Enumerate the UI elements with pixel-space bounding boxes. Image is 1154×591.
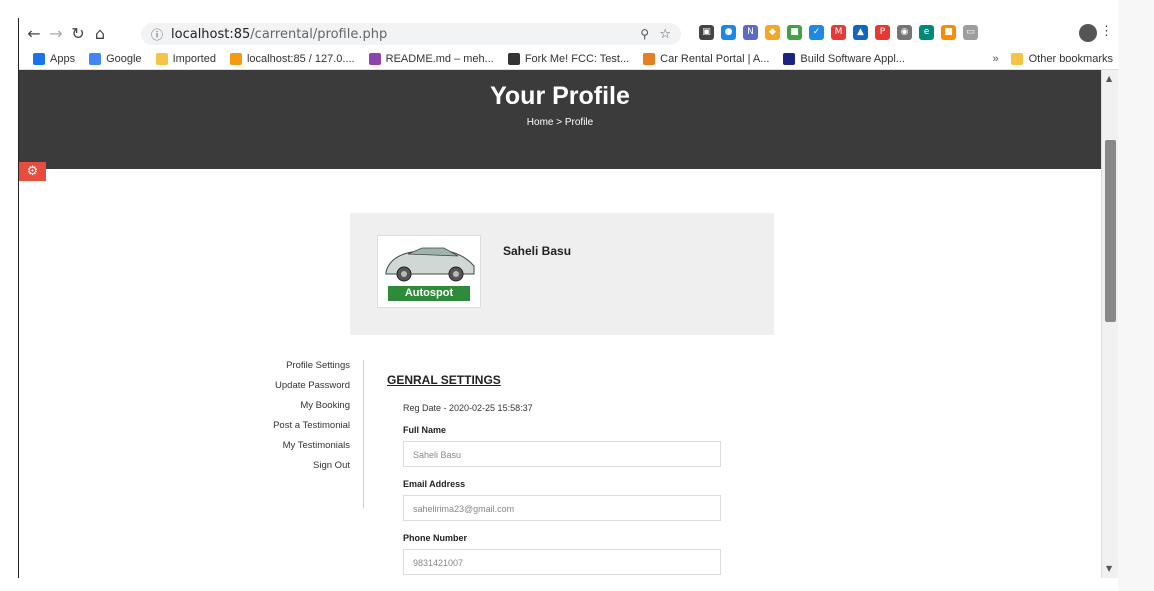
bookmark-item[interactable]: Apps xyxy=(33,52,76,65)
bookmark-item[interactable]: localhost:85 / 127.0.... xyxy=(229,52,355,65)
reg-date: Reg Date - 2020-02-25 15:58:37 xyxy=(403,403,533,413)
scrollbar[interactable]: ▲ ▼ xyxy=(1101,70,1118,578)
avatar[interactable] xyxy=(1079,24,1097,42)
bookmark-item[interactable]: Imported xyxy=(155,52,216,65)
bookmark-icon xyxy=(368,52,381,65)
profile-name: Saheli Basu xyxy=(503,244,572,258)
page-header: Your Profile Home > Profile xyxy=(19,70,1101,169)
phone-label: Phone Number xyxy=(403,533,468,543)
bookmark-icon xyxy=(155,52,168,65)
page-title: Your Profile xyxy=(490,82,630,110)
bookmark-label: README.md – meh... xyxy=(385,52,494,65)
info-icon[interactable]: ⓘ xyxy=(151,26,163,43)
ext-1-icon[interactable]: ▣ xyxy=(699,25,714,40)
email-field[interactable]: sahelirima23@gmail.com xyxy=(403,495,721,521)
sidebar-item-my-testimonials[interactable]: My Testimonials xyxy=(232,440,350,451)
ext-10-icon[interactable]: ◉ xyxy=(897,25,912,40)
reload-icon[interactable]: ↻ xyxy=(67,24,89,43)
browser-window: ← → ↻ ⌂ ⓘ localhost:85/carrental/profile… xyxy=(18,18,1118,578)
bookmark-label: Google xyxy=(106,52,142,65)
section-title: GENRAL SETTINGS xyxy=(387,373,501,387)
sidebar-item-profile-settings[interactable]: Profile Settings xyxy=(232,360,350,371)
settings-gear-icon[interactable]: ⚙ xyxy=(19,162,46,181)
bookmark-label: Car Rental Portal | A... xyxy=(660,52,770,65)
page-content: Your Profile Home > Profile ⚙ Autospot S… xyxy=(19,70,1101,578)
forward-icon[interactable]: → xyxy=(45,24,67,43)
bookmark-item[interactable]: Google xyxy=(89,52,142,65)
bookmark-icon xyxy=(229,52,242,65)
window-gutter xyxy=(1118,0,1154,591)
scroll-up-icon[interactable]: ▲ xyxy=(1106,74,1112,83)
ext-12-icon[interactable]: ■ xyxy=(941,25,956,40)
profile-logo: Autospot xyxy=(377,235,481,308)
bookmark-label: Apps xyxy=(50,52,76,65)
url-host: localhost:85 xyxy=(171,26,251,42)
bookmark-icon xyxy=(643,52,656,65)
sidebar-item-post-testimonial[interactable]: Post a Testimonial xyxy=(232,420,350,431)
bookmarks-bar: Apps Google Imported localhost:85 / 127.0..… xyxy=(19,48,1118,70)
ext-4-icon[interactable]: ◆ xyxy=(765,25,780,40)
address-bar: ← → ↻ ⌂ ⓘ localhost:85/carrental/profile… xyxy=(19,18,1118,48)
bookmark-icon xyxy=(33,52,45,65)
ext-11-icon[interactable]: e xyxy=(919,25,934,40)
bookmark-label: Build Software Appl... xyxy=(800,52,905,65)
bookmark-star-icon[interactable]: ☆ xyxy=(659,27,671,42)
bookmark-label: localhost:85 / 127.0.... xyxy=(246,52,355,65)
phone-field[interactable]: 9831421007 xyxy=(403,549,721,575)
bookmarks-more[interactable]: » xyxy=(993,53,999,65)
email-label: Email Address xyxy=(403,479,466,489)
bookmark-label: Imported xyxy=(172,52,216,65)
url-path: /carrental/profile.php xyxy=(250,26,388,42)
profile-sidebar: Profile Settings Update Password My Book… xyxy=(232,360,364,508)
full-name-label: Full Name xyxy=(403,425,447,435)
other-bookmarks[interactable]: Other bookmarks xyxy=(1029,53,1113,65)
ext-3-icon[interactable]: N xyxy=(743,25,758,40)
bookmark-item[interactable]: Build Software Appl... xyxy=(783,52,905,65)
extensions-bar: ▣ ● N ◆ ■ ✓ M ▲ P ◉ e ■ ▭ xyxy=(699,25,978,40)
bookmark-item[interactable]: Fork Me! FCC: Test... xyxy=(507,52,630,65)
bookmark-label: Fork Me! FCC: Test... xyxy=(524,52,630,65)
zoom-icon[interactable]: ⚲ xyxy=(640,27,649,41)
profile-card: Autospot Saheli Basu xyxy=(350,213,774,335)
breadcrumb[interactable]: Home > Profile xyxy=(19,117,1101,128)
scrollbar-thumb[interactable] xyxy=(1105,140,1116,322)
car-icon xyxy=(385,247,475,282)
ext-2-icon[interactable]: ● xyxy=(721,25,736,40)
ext-13-icon[interactable]: ▭ xyxy=(963,25,978,40)
ext-5-icon[interactable]: ■ xyxy=(787,25,802,40)
bookmark-item[interactable]: README.md – meh... xyxy=(368,52,494,65)
bookmark-icon xyxy=(89,52,102,65)
bookmark-icon xyxy=(507,52,520,65)
url-input[interactable]: ⓘ localhost:85/carrental/profile.php ⚲ ☆ xyxy=(141,23,681,45)
sidebar-item-update-password[interactable]: Update Password xyxy=(232,380,350,391)
bookmark-icon xyxy=(783,52,796,65)
home-icon[interactable]: ⌂ xyxy=(89,24,111,43)
sidebar-item-my-booking[interactable]: My Booking xyxy=(232,400,350,411)
settings-form: GENRAL SETTINGS Reg Date - 2020-02-25 15… xyxy=(387,373,747,575)
back-icon[interactable]: ← xyxy=(23,24,45,43)
logo-text: Autospot xyxy=(388,286,470,301)
sidebar-item-sign-out[interactable]: Sign Out xyxy=(232,460,350,471)
bookmark-item[interactable]: Car Rental Portal | A... xyxy=(643,52,770,65)
menu-dots-icon[interactable]: ⋮ xyxy=(1100,23,1113,39)
ext-7-icon[interactable]: M xyxy=(831,25,846,40)
ext-9-icon[interactable]: P xyxy=(875,25,890,40)
folder-icon xyxy=(1010,53,1023,65)
ext-8-icon[interactable]: ▲ xyxy=(853,25,868,40)
full-name-field[interactable]: Saheli Basu xyxy=(403,441,721,467)
ext-6-icon[interactable]: ✓ xyxy=(809,25,824,40)
scroll-down-icon[interactable]: ▼ xyxy=(1106,564,1112,573)
